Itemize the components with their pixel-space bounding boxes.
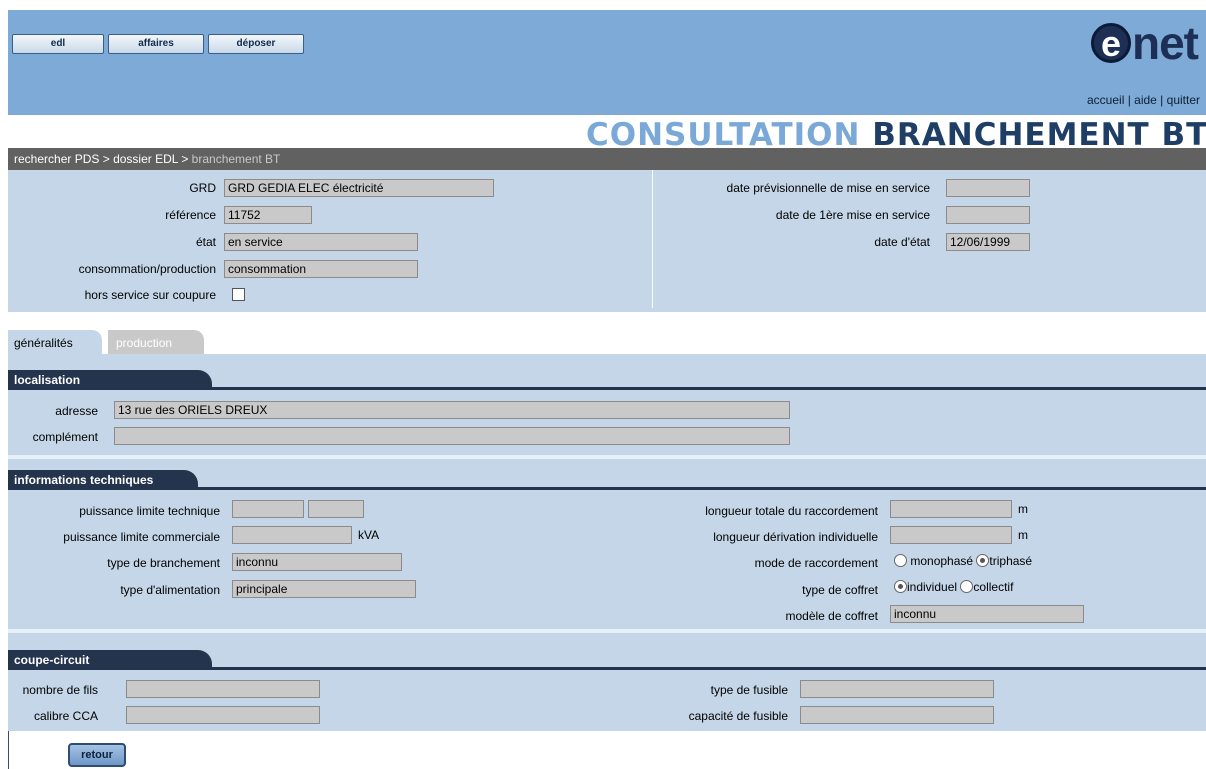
puissance-limite-technique-field-2 xyxy=(308,500,364,518)
accueil-link[interactable]: accueil xyxy=(1087,93,1124,107)
triphase-radio[interactable] xyxy=(976,554,990,567)
calibre-cca-label: calibre CCA xyxy=(33,709,98,723)
mode-raccordement-label: mode de raccordement xyxy=(754,556,878,570)
nombre-fils-label: nombre de fils xyxy=(22,683,98,697)
triphase-label: triphasé xyxy=(989,554,1033,568)
individuel-radio[interactable] xyxy=(894,580,907,593)
hors-service-checkbox[interactable] xyxy=(232,288,245,301)
type-branchement-label: type de branchement xyxy=(107,556,220,570)
date-previsionnelle-field xyxy=(946,179,1030,197)
breadcrumb-dossier-edl[interactable]: dossier EDL > xyxy=(113,152,188,166)
link-separator: | xyxy=(1124,93,1135,107)
breadcrumb-current: branchement BT xyxy=(191,152,281,166)
coupe-circuit-title: coupe-circuit xyxy=(8,650,212,670)
tab-production[interactable]: production xyxy=(108,330,204,354)
puissance-limite-technique-field-1 xyxy=(232,500,304,518)
kva-unit: kVA xyxy=(358,528,380,542)
type-fusible-label: type de fusible xyxy=(710,683,788,697)
generalites-panel: localisation adresse 13 rue des ORIELS D… xyxy=(8,354,1206,731)
consommation-field: consommation xyxy=(224,260,418,278)
aide-link[interactable]: aide xyxy=(1134,93,1157,107)
breadcrumb: rechercher PDS > dossier EDL > brancheme… xyxy=(8,148,1206,170)
header-info-panel: GRD GRD GEDIA ELEC électricité référence… xyxy=(8,170,1206,312)
longueur-derivation-field xyxy=(890,526,1012,544)
localisation-section-header: localisation xyxy=(8,370,1206,390)
date-previsionnelle-label: date prévisionnelle de mise en service xyxy=(726,181,930,195)
top-banner: edl affaires déposer e net accueil | aid… xyxy=(8,10,1206,115)
edl-button[interactable]: edl xyxy=(12,34,104,54)
collectif-label: collectif xyxy=(973,580,1014,594)
section-gap xyxy=(8,455,1206,459)
adresse-field: 13 rue des ORIELS DREUX xyxy=(114,401,790,419)
localisation-title: localisation xyxy=(8,370,212,390)
reference-field: 11752 xyxy=(224,206,312,224)
mode-raccordement-options: monophasé triphasé xyxy=(894,554,1032,568)
longueur-totale-field xyxy=(890,500,1012,518)
calibre-cca-field xyxy=(126,706,320,724)
longueur-totale-unit: m xyxy=(1018,502,1028,516)
left-edge-line xyxy=(8,731,9,769)
date-1ere-label: date de 1ère mise en service xyxy=(775,208,930,222)
puissance-limite-commerciale-field xyxy=(232,526,352,544)
hors-service-label: hors service sur coupure xyxy=(84,288,216,302)
nombre-fils-field xyxy=(126,680,320,698)
etat-label: état xyxy=(195,235,216,249)
complement-label: complément xyxy=(32,430,98,444)
puissance-limite-commerciale-label: puissance limite commerciale xyxy=(63,530,220,544)
date-1ere-field xyxy=(946,206,1030,224)
complement-field xyxy=(114,427,790,445)
coupe-circuit-section-header: coupe-circuit xyxy=(8,650,1206,670)
type-coffret-label: type de coffret xyxy=(802,583,878,597)
quitter-link[interactable]: quitter xyxy=(1167,93,1200,107)
reference-label: référence xyxy=(165,208,216,222)
logo-net: net xyxy=(1132,17,1199,69)
modele-coffret-field: inconnu xyxy=(890,605,1084,623)
retour-button[interactable]: retour xyxy=(68,743,126,767)
longueur-derivation-label: longueur dérivation individuelle xyxy=(713,530,878,544)
type-alimentation-field: principale xyxy=(232,580,416,598)
adresse-label: adresse xyxy=(55,404,98,418)
monophase-radio[interactable] xyxy=(894,554,907,567)
type-alimentation-label: type d'alimentation xyxy=(120,583,220,597)
monophase-label: monophasé xyxy=(910,554,974,568)
logo-e: e xyxy=(1091,23,1131,63)
date-etat-field: 12/06/1999 xyxy=(946,233,1030,251)
longueur-derivation-unit: m xyxy=(1018,528,1028,542)
capacite-fusible-field xyxy=(800,706,994,724)
etat-field: en service xyxy=(224,233,418,251)
type-fusible-field xyxy=(800,680,994,698)
top-links: accueil | aide | quitter xyxy=(1087,93,1200,107)
type-branchement-field: inconnu xyxy=(232,553,402,571)
informations-techniques-title: informations techniques xyxy=(8,470,198,490)
affaires-button[interactable]: affaires xyxy=(108,34,204,54)
grd-label: GRD xyxy=(189,181,216,195)
panel-divider xyxy=(652,170,653,308)
capacite-fusible-label: capacité de fusible xyxy=(688,709,788,723)
type-coffret-options: individuel collectif xyxy=(894,580,1013,594)
grd-field: GRD GEDIA ELEC électricité xyxy=(224,179,494,197)
modele-coffret-label: modèle de coffret xyxy=(785,609,878,623)
tab-generalites[interactable]: généralités xyxy=(8,330,102,354)
section-gap xyxy=(8,629,1206,633)
date-etat-label: date d'état xyxy=(874,235,930,249)
longueur-totale-label: longueur totale du raccordement xyxy=(705,504,878,518)
collectif-radio[interactable] xyxy=(960,580,974,593)
tabs: généralités production xyxy=(8,330,1206,354)
enet-logo: e net xyxy=(1091,17,1199,69)
deposer-button[interactable]: déposer xyxy=(208,34,304,54)
individuel-label: individuel xyxy=(907,580,958,594)
informations-techniques-section-header: informations techniques xyxy=(8,470,1206,490)
consommation-label: consommation/production xyxy=(78,262,216,276)
link-separator: | xyxy=(1156,93,1167,107)
breadcrumb-rechercher-pds[interactable]: rechercher PDS > xyxy=(14,152,110,166)
puissance-limite-technique-label: puissance limite technique xyxy=(79,504,220,518)
